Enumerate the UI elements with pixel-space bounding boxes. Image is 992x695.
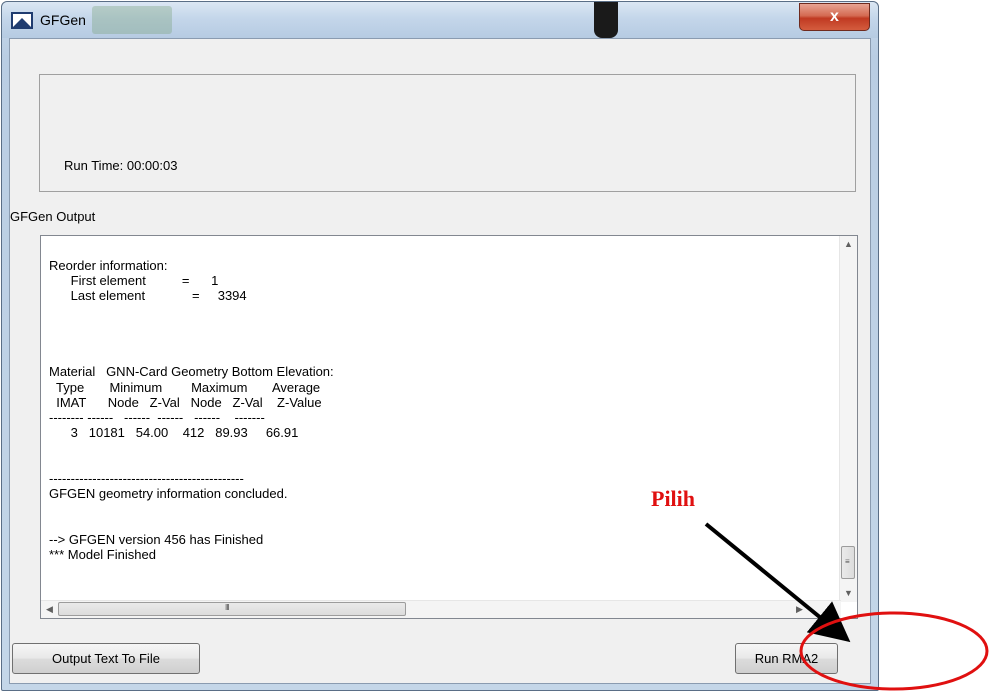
- annotation-circle: [799, 611, 989, 691]
- annotation-overlay: [704, 522, 989, 691]
- annotation-arrow: [704, 522, 851, 643]
